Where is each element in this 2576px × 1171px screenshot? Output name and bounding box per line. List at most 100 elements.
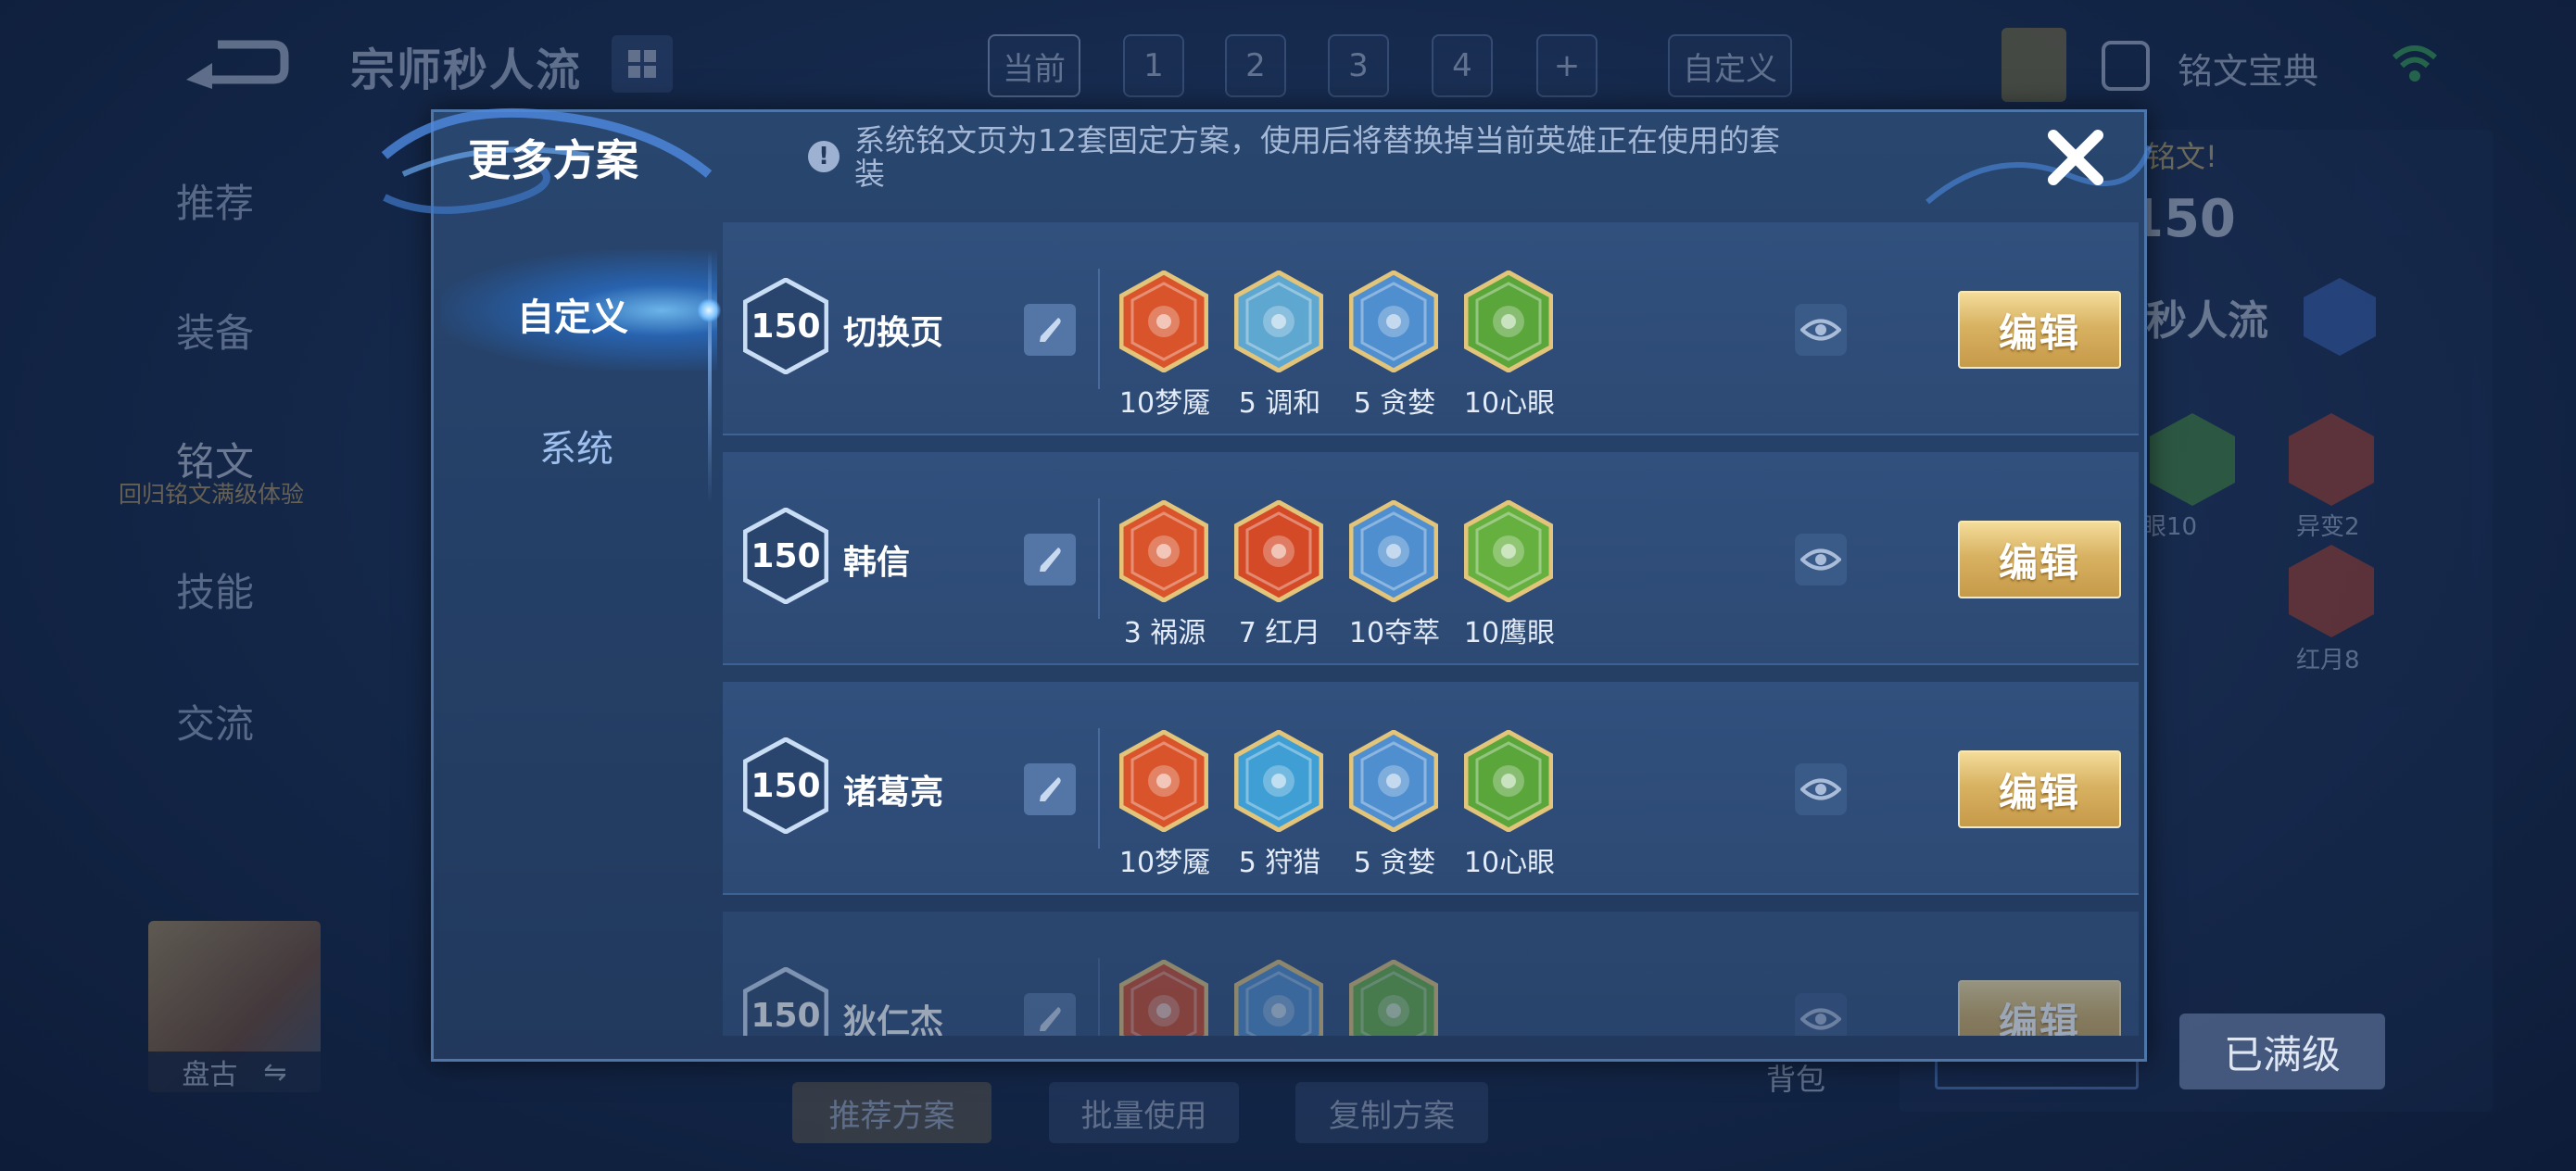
rune-count-label: 10心眼: [1463, 847, 1556, 879]
grid-icon[interactable]: [612, 35, 673, 93]
codex-label[interactable]: 铭文宝典: [2178, 43, 2318, 94]
max-level-button[interactable]: 已满级: [2179, 1014, 2385, 1089]
right-plan-name: 秒人流: [2146, 297, 2268, 345]
mind-eye-rune-icon[interactable]: [1464, 271, 1553, 372]
pencil-icon: [1040, 1007, 1061, 1031]
tab-4[interactable]: 4: [1432, 34, 1493, 97]
rune-count-label: 5 狩猎: [1238, 847, 1321, 879]
nightmare-rune-icon[interactable]: [1119, 271, 1208, 372]
pencil-icon: [1040, 777, 1061, 801]
rune-count-label: 10鹰眼: [1463, 617, 1556, 649]
rename-button[interactable]: [1024, 763, 1076, 815]
plan-name: 韩信: [843, 544, 911, 582]
red-moon-rune-icon[interactable]: [1234, 500, 1323, 602]
edit-button[interactable]: 编辑: [1958, 521, 2121, 598]
edit-button[interactable]: 编辑: [1958, 291, 2121, 369]
nav-skills[interactable]: 技能: [176, 561, 254, 618]
plan-level: 150: [751, 996, 821, 1035]
recommend-plan-button[interactable]: 推荐方案: [792, 1082, 991, 1143]
edit-button[interactable]: 编辑: [1958, 980, 2121, 1036]
plan-row[interactable]: 150 诸葛亮 10梦魇 5 狩猎 5 贪婪 10心眼 编辑: [723, 682, 2139, 895]
bg-rune-label: 红月8: [2296, 647, 2360, 674]
pencil-icon: [1040, 548, 1061, 572]
bag-label[interactable]: 背包: [1766, 1056, 1825, 1099]
plan-row[interactable]: 150 狄仁杰 编辑: [723, 912, 2139, 1036]
codex-icon[interactable]: [2102, 41, 2150, 91]
copy-plan-button[interactable]: 复制方案: [1295, 1082, 1488, 1143]
greed-rune-icon[interactable]: [1349, 271, 1438, 372]
plan-title: 宗师秒人流: [350, 44, 583, 96]
preview-button[interactable]: [1795, 993, 1847, 1036]
bg-rune-label: 异变2: [2296, 513, 2360, 541]
plan-level: 150: [751, 307, 821, 346]
rune-count-label: 7 红月: [1238, 617, 1321, 649]
tab-add[interactable]: +: [1536, 34, 1597, 97]
nav-equipment[interactable]: 装备: [176, 302, 254, 359]
plan-name: 狄仁杰: [843, 1003, 944, 1036]
red-moon-rune-icon[interactable]: [1119, 960, 1208, 1036]
row-divider: [1098, 269, 1100, 389]
tab-3[interactable]: 3: [1328, 34, 1389, 97]
edit-button[interactable]: 编辑: [1958, 750, 2121, 828]
rune-count-label: 3 祸源: [1123, 617, 1206, 649]
row-divider: [1098, 498, 1100, 619]
tab-system-plans[interactable]: 系统: [539, 419, 613, 472]
eye-icon: [1800, 1008, 1841, 1030]
rune-subtitle: 回归铭文满级体验: [119, 481, 305, 508]
plan-level: 150: [751, 536, 821, 575]
eye-icon: [1800, 548, 1841, 571]
plan-row[interactable]: 150 切换页 10梦魇 5 调和 5 贪婪 10心眼 编辑: [723, 222, 2139, 435]
side-divider: [708, 250, 712, 502]
preview-button[interactable]: [1795, 304, 1847, 356]
eye-icon: [1800, 778, 1841, 800]
preview-button[interactable]: [1795, 534, 1847, 586]
tab-2[interactable]: 2: [1225, 34, 1286, 97]
hawk-eye-rune-icon[interactable]: [1349, 960, 1438, 1036]
system-notice: 系统铭文页为12套固定方案，使用后将替换掉当前英雄正在使用的套装: [854, 122, 1780, 192]
preview-button[interactable]: [1795, 763, 1847, 815]
rename-button[interactable]: [1024, 304, 1076, 356]
close-icon: [2048, 130, 2103, 185]
hero-name: 盘古: [182, 1059, 238, 1091]
bg-rune-label: 眼10: [2142, 513, 2198, 541]
rune-count-label: 5 调和: [1238, 387, 1321, 420]
nav-recommend[interactable]: 推荐: [176, 172, 254, 229]
calamity-rune-icon[interactable]: [1119, 500, 1208, 602]
rune-count-label: 10梦魇: [1118, 847, 1211, 879]
nightmare-rune-icon[interactable]: [1119, 730, 1208, 832]
hawk-eye-rune-icon[interactable]: [1464, 500, 1553, 602]
hero-name-bar[interactable]: 盘古 ⇋: [148, 1051, 321, 1092]
close-button[interactable]: [2039, 120, 2113, 195]
rune-count-label: 10夺萃: [1348, 617, 1441, 649]
rune-count-label: 10梦魇: [1118, 387, 1211, 420]
pencil-icon: [1040, 318, 1061, 342]
info-icon: !: [808, 141, 840, 172]
plan-row[interactable]: 150 韩信 3 祸源 7 红月 10夺萃 10鹰眼 编辑: [723, 452, 2139, 665]
back-arrow-icon[interactable]: [181, 35, 292, 91]
tab-current[interactable]: 当前: [988, 34, 1080, 97]
rename-button[interactable]: [1024, 993, 1076, 1036]
nav-community[interactable]: 交流: [176, 693, 254, 749]
mind-eye-rune-icon[interactable]: [1464, 730, 1553, 832]
plan-list[interactable]: 150 切换页 10梦魇 5 调和 5 贪婪 10心眼 编辑 150 韩信 3 祸源 7 红月 10夺…: [723, 222, 2139, 1036]
plan-level: 150: [751, 766, 821, 805]
plan-name: 诸葛亮: [843, 774, 944, 812]
rename-button[interactable]: [1024, 534, 1076, 586]
wifi-icon: [2389, 37, 2441, 89]
row-divider: [1098, 958, 1100, 1036]
plunder-rune-icon[interactable]: [1234, 960, 1323, 1036]
eye-icon: [1800, 319, 1841, 341]
swap-icon: ⇋: [263, 1055, 287, 1089]
dialog-title: 更多方案: [468, 135, 638, 185]
hunting-rune-icon[interactable]: [1234, 730, 1323, 832]
tab-custom-plans[interactable]: 自定义: [517, 287, 628, 341]
plan-name: 切换页: [843, 314, 944, 352]
harmony-rune-icon[interactable]: [1234, 271, 1323, 372]
tab-1[interactable]: 1: [1123, 34, 1184, 97]
rune-count-label: 5 贪婪: [1353, 847, 1436, 879]
tab-custom[interactable]: 自定义: [1668, 34, 1792, 97]
row-divider: [1098, 728, 1100, 849]
batch-use-button[interactable]: 批量使用: [1049, 1082, 1239, 1143]
plunder-rune-icon[interactable]: [1349, 500, 1438, 602]
greed-rune-icon[interactable]: [1349, 730, 1438, 832]
